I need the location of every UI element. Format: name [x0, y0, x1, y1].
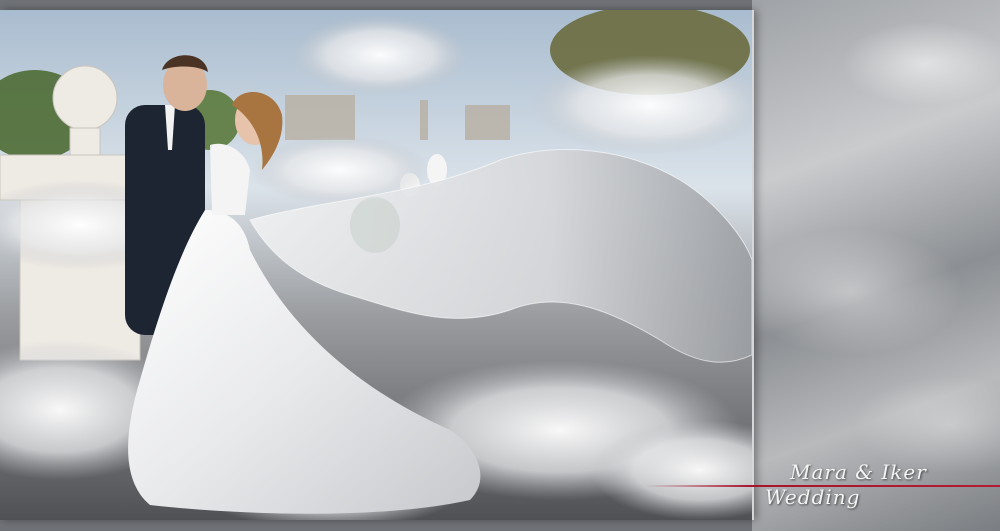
caption-couple-names: Mara & Iker — [790, 460, 927, 484]
album-page: Mara & Iker Wedding — [0, 0, 1000, 531]
silk-background-panel — [752, 0, 1000, 531]
wedding-photo-illustration — [0, 10, 752, 520]
caption-subtitle: Wedding — [765, 485, 861, 509]
wedding-photo — [0, 10, 754, 520]
